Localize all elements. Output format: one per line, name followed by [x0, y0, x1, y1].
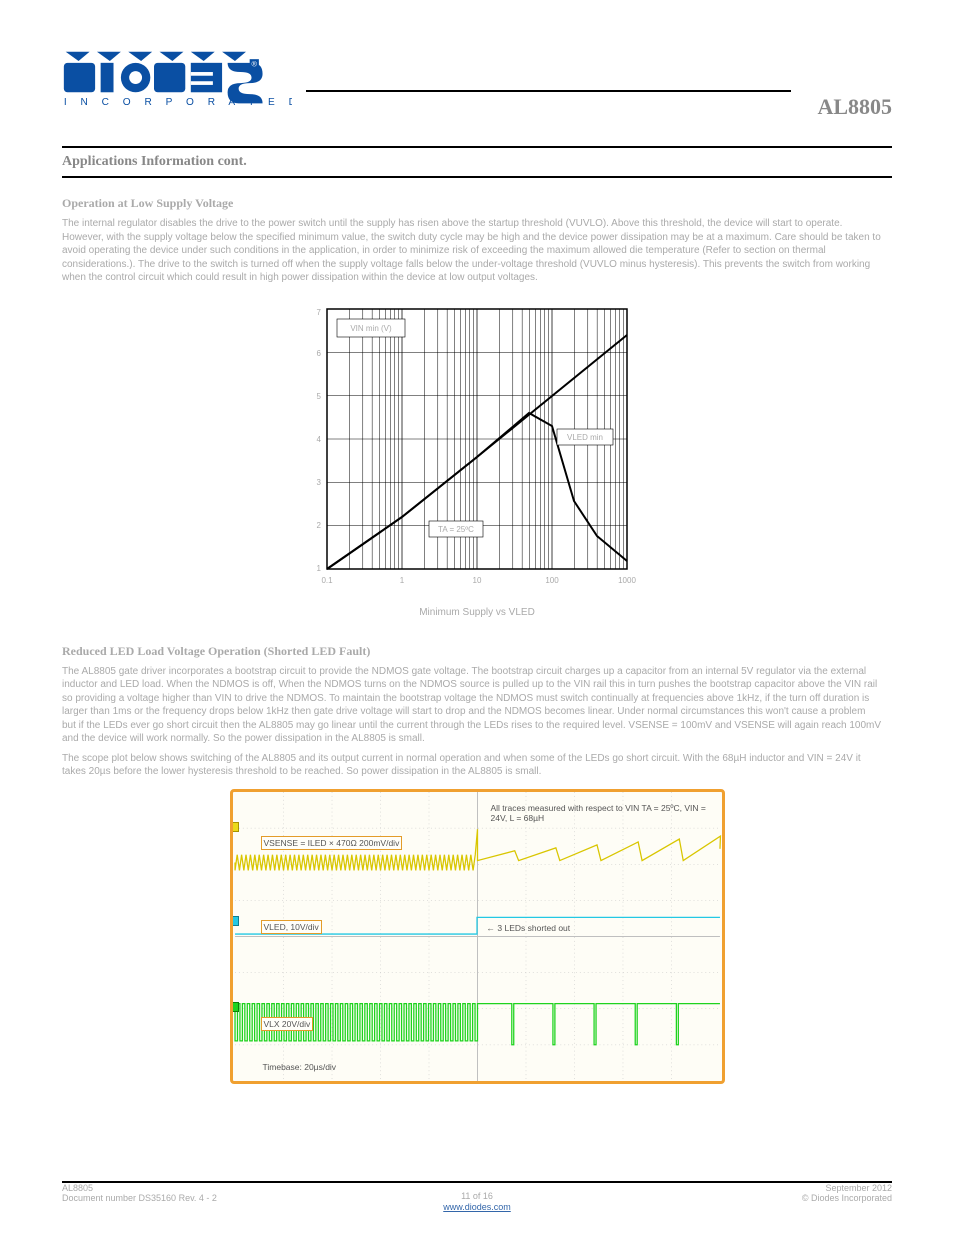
heading-low-supply: Operation at Low Supply Voltage — [62, 196, 892, 211]
page: ® I N C O R P O R A T E D AL8805 Applica… — [0, 0, 954, 1235]
footer-right: September 2012 © Diodes Incorporated — [802, 1183, 892, 1203]
arrow-left-icon: ← — [487, 923, 496, 933]
header-rule — [306, 90, 791, 92]
event-arrow-label: ← 3 LEDs shorted out — [485, 922, 573, 934]
svg-text:10: 10 — [473, 576, 482, 585]
svg-text:®: ® — [252, 60, 258, 69]
scope-info-box: All traces measured with respect to VIN … — [489, 802, 709, 825]
x-tick-labels: 0.1 1 10 100 1000 — [321, 576, 636, 585]
footer-website-link[interactable]: www.diodes.com — [443, 1202, 511, 1212]
logo-subtext: I N C O R P O R A T E D — [64, 97, 292, 108]
ch1-label: VSENSE = ILED × 470Ω 200mV/div — [261, 836, 403, 850]
y-tick-labels: 1 2 3 4 5 6 7 — [317, 308, 322, 573]
para-reduced-vled-2: The scope plot below shows switching of … — [62, 752, 882, 779]
svg-text:4: 4 — [317, 435, 322, 444]
svg-text:2: 2 — [317, 521, 322, 530]
ch2-marker-icon — [230, 916, 239, 926]
ch1-marker-icon — [230, 822, 239, 832]
event-label-text: 3 LEDs shorted out — [497, 923, 570, 933]
timebase-label: Timebase: 20µs/div — [261, 1061, 339, 1073]
part-number: AL8805 — [817, 94, 892, 120]
part-number-wrap: AL8805 — [817, 94, 892, 120]
svg-text:3: 3 — [317, 478, 322, 487]
chart1-caption: Minimum Supply vs VLED — [62, 607, 892, 618]
svg-text:TA = 25ºC: TA = 25ºC — [438, 525, 474, 534]
svg-text:0.1: 0.1 — [321, 576, 333, 585]
svg-text:100: 100 — [545, 576, 559, 585]
para-low-supply: The internal regulator disables the driv… — [62, 217, 882, 285]
diodes-logo-icon: ® I N C O R P O R A T E D — [62, 48, 292, 120]
heading-reduced-vled: Reduced LED Load Voltage Operation (Shor… — [62, 644, 892, 659]
svg-text:VLED min: VLED min — [567, 433, 603, 442]
ch2-label: VLED, 10V/div — [261, 920, 322, 934]
ch3-marker-icon — [230, 1002, 239, 1012]
svg-text:6: 6 — [317, 349, 322, 358]
svg-text:1000: 1000 — [618, 576, 636, 585]
chart-min-supply-vs-vled: 0.1 1 10 100 1000 1 2 3 4 5 6 7 — [62, 299, 892, 599]
header: ® I N C O R P O R A T E D AL8805 — [62, 48, 892, 120]
svg-text:5: 5 — [317, 392, 322, 401]
scope-wrap: All traces measured with respect to VIN … — [62, 789, 892, 1084]
chart-annotations: VIN min (V) VLED min TA = 25ºC — [337, 319, 613, 537]
section-title: Applications Information cont. — [62, 148, 892, 176]
company-logo: ® I N C O R P O R A T E D — [62, 48, 292, 120]
footer-copyright: © Diodes Incorporated — [802, 1193, 892, 1203]
para-reduced-vled: The AL8805 gate driver incorporates a bo… — [62, 665, 882, 746]
section-rule-bottom — [62, 176, 892, 178]
svg-text:7: 7 — [317, 308, 322, 317]
svg-text:VIN min (V): VIN min (V) — [350, 324, 392, 333]
oscilloscope-capture: All traces measured with respect to VIN … — [230, 789, 725, 1084]
svg-text:1: 1 — [400, 576, 405, 585]
ch3-label: VLX 20V/div — [261, 1017, 314, 1031]
footer-date: September 2012 — [802, 1183, 892, 1193]
semilog-plot: 0.1 1 10 100 1000 1 2 3 4 5 6 7 — [307, 299, 647, 599]
svg-text:1: 1 — [317, 564, 322, 573]
